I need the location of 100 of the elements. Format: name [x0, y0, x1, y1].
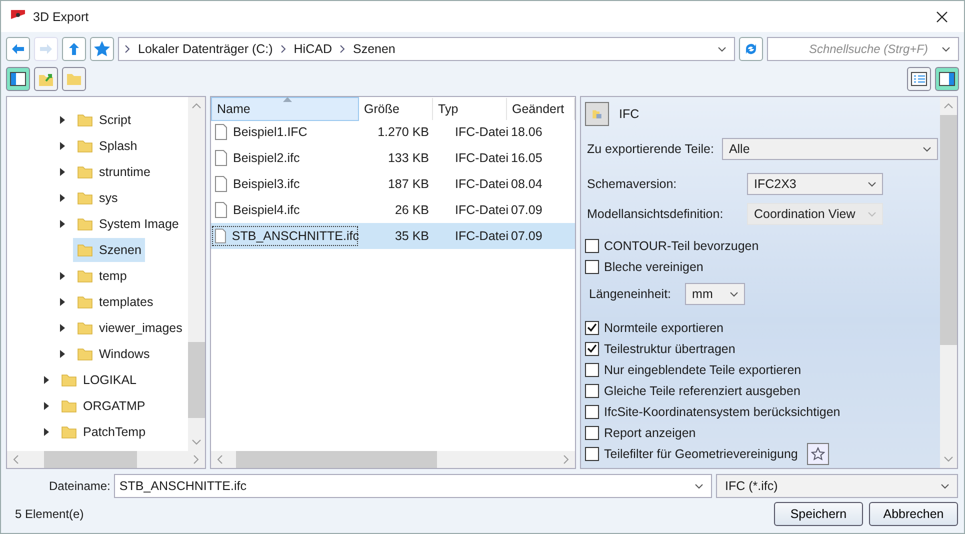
folder-name: Splash [99, 139, 138, 153]
chevron-down-icon [868, 212, 876, 216]
folder-item[interactable]: sys [73, 186, 122, 210]
folder-item[interactable]: PatchTemp [57, 420, 150, 444]
expand-arrow-icon[interactable] [44, 428, 48, 436]
horizontal-scrollbar[interactable] [7, 451, 205, 468]
scroll-thumb[interactable] [188, 342, 205, 418]
checkbox-label: Report anzeigen [604, 426, 696, 440]
file-size: 26 KB [394, 203, 430, 217]
folder-icon [77, 139, 93, 153]
file-type: IFC-Datei [454, 203, 507, 217]
folder-item[interactable]: struntime [73, 160, 154, 184]
format-title: IFC [619, 107, 640, 121]
up-button[interactable] [62, 37, 86, 61]
checkbox[interactable] [585, 342, 599, 356]
preview-button[interactable] [935, 67, 959, 91]
folder-item[interactable]: Splash [73, 134, 142, 158]
folder-button[interactable] [62, 67, 86, 91]
refresh-button[interactable] [739, 37, 763, 61]
folder-icon [61, 399, 77, 413]
expand-arrow-icon[interactable] [60, 194, 64, 202]
folder-icon [77, 269, 93, 283]
file-row[interactable]: Beispiel2.ifc 133 KB IFC-Datei 16.05 [211, 145, 575, 171]
favorites-button[interactable] [90, 37, 114, 61]
sort-arrow-icon [283, 97, 292, 102]
filename-field[interactable]: STB_ANSCHNITTE.ifc [114, 474, 712, 498]
filetype-dropdown[interactable]: IFC (*.ifc) [716, 474, 958, 498]
folder-item[interactable]: System Image [73, 212, 183, 236]
horizontal-scrollbar[interactable] [211, 451, 575, 468]
file-row[interactable]: Beispiel1.IFC 1.270 KB IFC-Datei 18.06 [211, 119, 575, 145]
file-name: Beispiel3.ifc [233, 177, 300, 191]
column-header[interactable]: Typ [433, 98, 507, 120]
expand-arrow-icon[interactable] [60, 272, 64, 280]
column-header[interactable]: Name [211, 97, 359, 121]
expand-arrow-icon[interactable] [60, 168, 64, 176]
folder-item[interactable]: Windows [73, 342, 154, 366]
checkbox[interactable] [585, 260, 599, 274]
file-row[interactable]: Beispiel3.ifc 187 KB IFC-Datei 08.04 [211, 171, 575, 197]
folder-item[interactable]: viewer_images [73, 316, 186, 340]
column-header[interactable]: Größe [359, 98, 433, 120]
address-bar[interactable]: Lokaler Datenträger (C:) HiCAD Szenen [118, 37, 735, 61]
checkbox[interactable] [585, 320, 599, 334]
close-icon [936, 10, 948, 22]
search-placeholder: Schnellsuche (Strg+F) [808, 42, 928, 56]
file-icon [215, 150, 227, 166]
folder-name: struntime [99, 165, 150, 179]
folder-item[interactable]: LOGIKAL [57, 368, 140, 392]
expand-arrow-icon[interactable] [60, 350, 64, 358]
pane-button[interactable] [6, 67, 30, 91]
expand-arrow-icon[interactable] [60, 324, 64, 332]
details-button[interactable] [907, 67, 931, 91]
folder-name: sys [99, 191, 118, 205]
dropdown[interactable]: Alle [722, 138, 938, 160]
dialog-button[interactable]: Abbrechen [869, 502, 958, 526]
vertical-scrollbar[interactable] [188, 97, 205, 451]
file-icon [215, 228, 226, 244]
expand-arrow-icon[interactable] [44, 376, 48, 384]
breadcrumb-item[interactable]: Szenen [352, 42, 396, 56]
format-button[interactable] [585, 102, 609, 126]
file-row[interactable]: Beispiel4.ifc 26 KB IFC-Datei 07.09 [211, 197, 575, 223]
breadcrumb-item[interactable]: Lokaler Datenträger (C:) [138, 42, 273, 56]
dialog-button[interactable]: Speichern [774, 502, 863, 526]
chevron-down-icon [868, 182, 876, 186]
scroll-up-icon [192, 103, 201, 109]
filter-button[interactable] [806, 442, 829, 464]
scroll-thumb[interactable] [940, 115, 957, 346]
back-button[interactable] [6, 37, 30, 61]
folder-name: LOGIKAL [83, 373, 136, 387]
checkbox[interactable] [585, 404, 599, 418]
folder-name: Windows [99, 347, 150, 361]
checkbox-label: Gleiche Teile referenziert ausgeben [604, 384, 800, 398]
folder-item[interactable]: Script [73, 108, 135, 132]
file-icon [215, 202, 227, 218]
checkbox[interactable] [585, 238, 599, 252]
vertical-scrollbar[interactable] [940, 97, 957, 468]
expand-arrow-icon[interactable] [44, 402, 48, 410]
checkbox-label: Normteile exportieren [604, 320, 724, 334]
file-row[interactable]: STB_ANSCHNITTE.ifc 35 KB IFC-Datei 07.09 [211, 223, 575, 249]
dropdown[interactable]: mm [685, 283, 746, 305]
checkbox[interactable] [585, 446, 599, 460]
expand-arrow-icon[interactable] [60, 220, 64, 228]
checkbox[interactable] [585, 362, 599, 376]
expand-arrow-icon[interactable] [60, 142, 64, 150]
folder-icon [77, 113, 93, 127]
folder-item[interactable]: templates [73, 290, 158, 314]
field-label: Modellansichtsdefinition: [587, 207, 724, 221]
breadcrumb-item[interactable]: HiCAD [294, 42, 332, 56]
scroll-thumb[interactable] [44, 451, 138, 468]
folder-item[interactable]: temp [73, 264, 131, 288]
checkbox[interactable] [585, 384, 599, 398]
folder-item[interactable]: Szenen [73, 238, 146, 262]
chevron-down-icon [941, 484, 949, 488]
column-header[interactable]: Geändert [507, 98, 575, 120]
scroll-thumb[interactable] [236, 451, 436, 468]
folder-item[interactable]: ORGATMP [57, 394, 150, 418]
checkbox[interactable] [585, 426, 599, 440]
expand-arrow-icon[interactable] [60, 116, 64, 124]
expand-arrow-icon[interactable] [60, 298, 64, 306]
folder-icon [61, 425, 77, 439]
dropdown[interactable]: IFC2X3 [747, 173, 883, 195]
